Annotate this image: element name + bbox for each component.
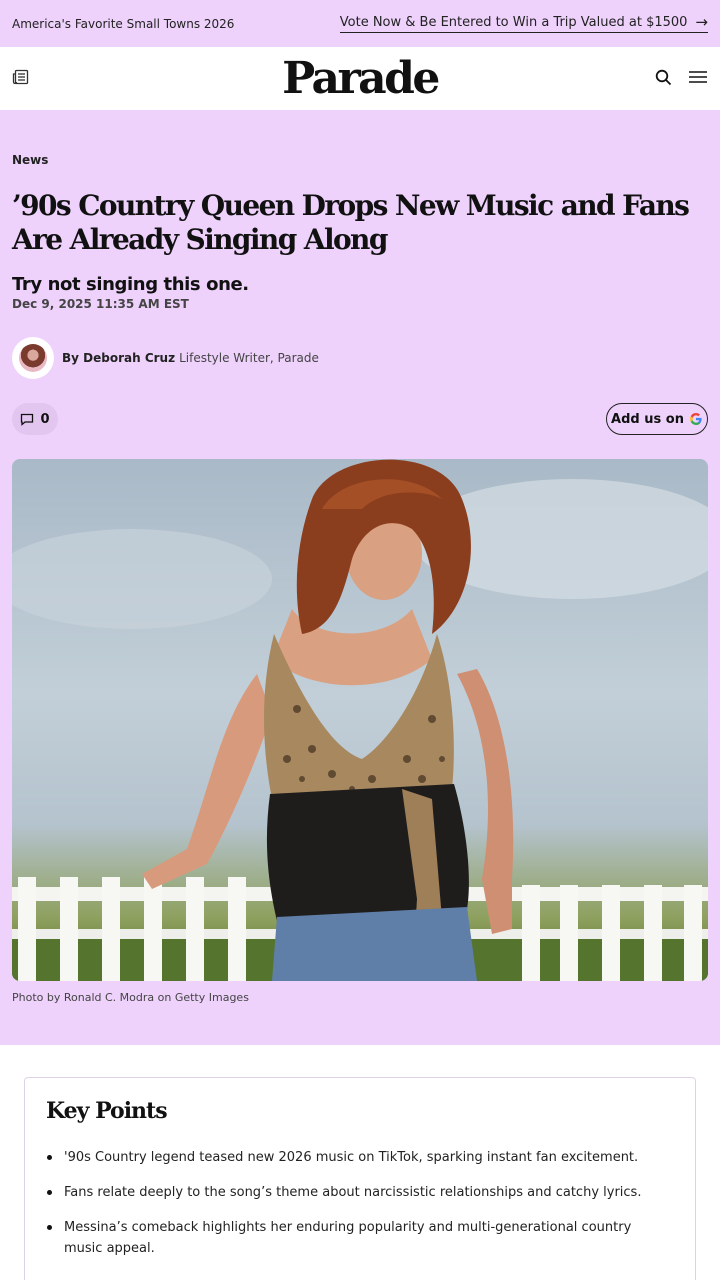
- key-point-item: Fans relate deeply to the song’s theme a…: [46, 1182, 666, 1203]
- promo-vote-link[interactable]: Vote Now & Be Entered to Win a Trip Valu…: [339, 12, 708, 33]
- key-points-list: '90s Country legend teased new 2026 musi…: [46, 1147, 666, 1273]
- author-avatar[interactable]: [12, 337, 54, 379]
- key-points-title: Key Points: [46, 1098, 168, 1124]
- google-icon: [690, 413, 702, 425]
- site-header: Parade: [0, 47, 720, 110]
- key-point-item: Messina’s comeback highlights her enduri…: [46, 1217, 666, 1259]
- add-us-on-label: Add us on: [611, 411, 684, 427]
- search-icon[interactable]: [655, 69, 672, 86]
- promo-link-label: Vote Now & Be Entered to Win a Trip Valu…: [339, 14, 688, 30]
- author-role: Lifestyle Writer, Parade: [179, 351, 319, 365]
- key-points-box: Key Points '90s Country legend teased ne…: [24, 1077, 696, 1280]
- article-category[interactable]: News: [12, 153, 48, 167]
- promo-bar: America's Favorite Small Towns 2026 Vote…: [0, 0, 720, 47]
- comment-count: 0: [40, 411, 50, 427]
- promo-left-text[interactable]: America's Favorite Small Towns 2026: [12, 17, 234, 31]
- photo-credit: Photo by Ronald C. Modra on Getty Images: [12, 991, 249, 1004]
- add-us-on-google-button[interactable]: Add us on: [606, 403, 708, 435]
- comments-button[interactable]: 0: [12, 403, 58, 435]
- article-hero: News ’90s Country Queen Drops New Music …: [0, 110, 720, 1045]
- arrow-right-icon: →: [695, 12, 708, 31]
- article-headline: ’90s Country Queen Drops New Music and F…: [12, 189, 690, 256]
- hamburger-menu-icon[interactable]: [689, 70, 707, 84]
- author-block: By Deborah Cruz Lifestyle Writer, Parade: [12, 337, 319, 379]
- comment-icon: [21, 413, 34, 426]
- author-byline[interactable]: By Deborah Cruz: [62, 351, 175, 365]
- article-photo: [12, 459, 708, 981]
- article-subheadline: Try not singing this one.: [12, 274, 249, 295]
- key-point-item: '90s Country legend teased new 2026 musi…: [46, 1147, 666, 1168]
- article-date: Dec 9, 2025 11:35 AM EST: [12, 297, 189, 311]
- parade-logo[interactable]: Parade: [0, 53, 720, 104]
